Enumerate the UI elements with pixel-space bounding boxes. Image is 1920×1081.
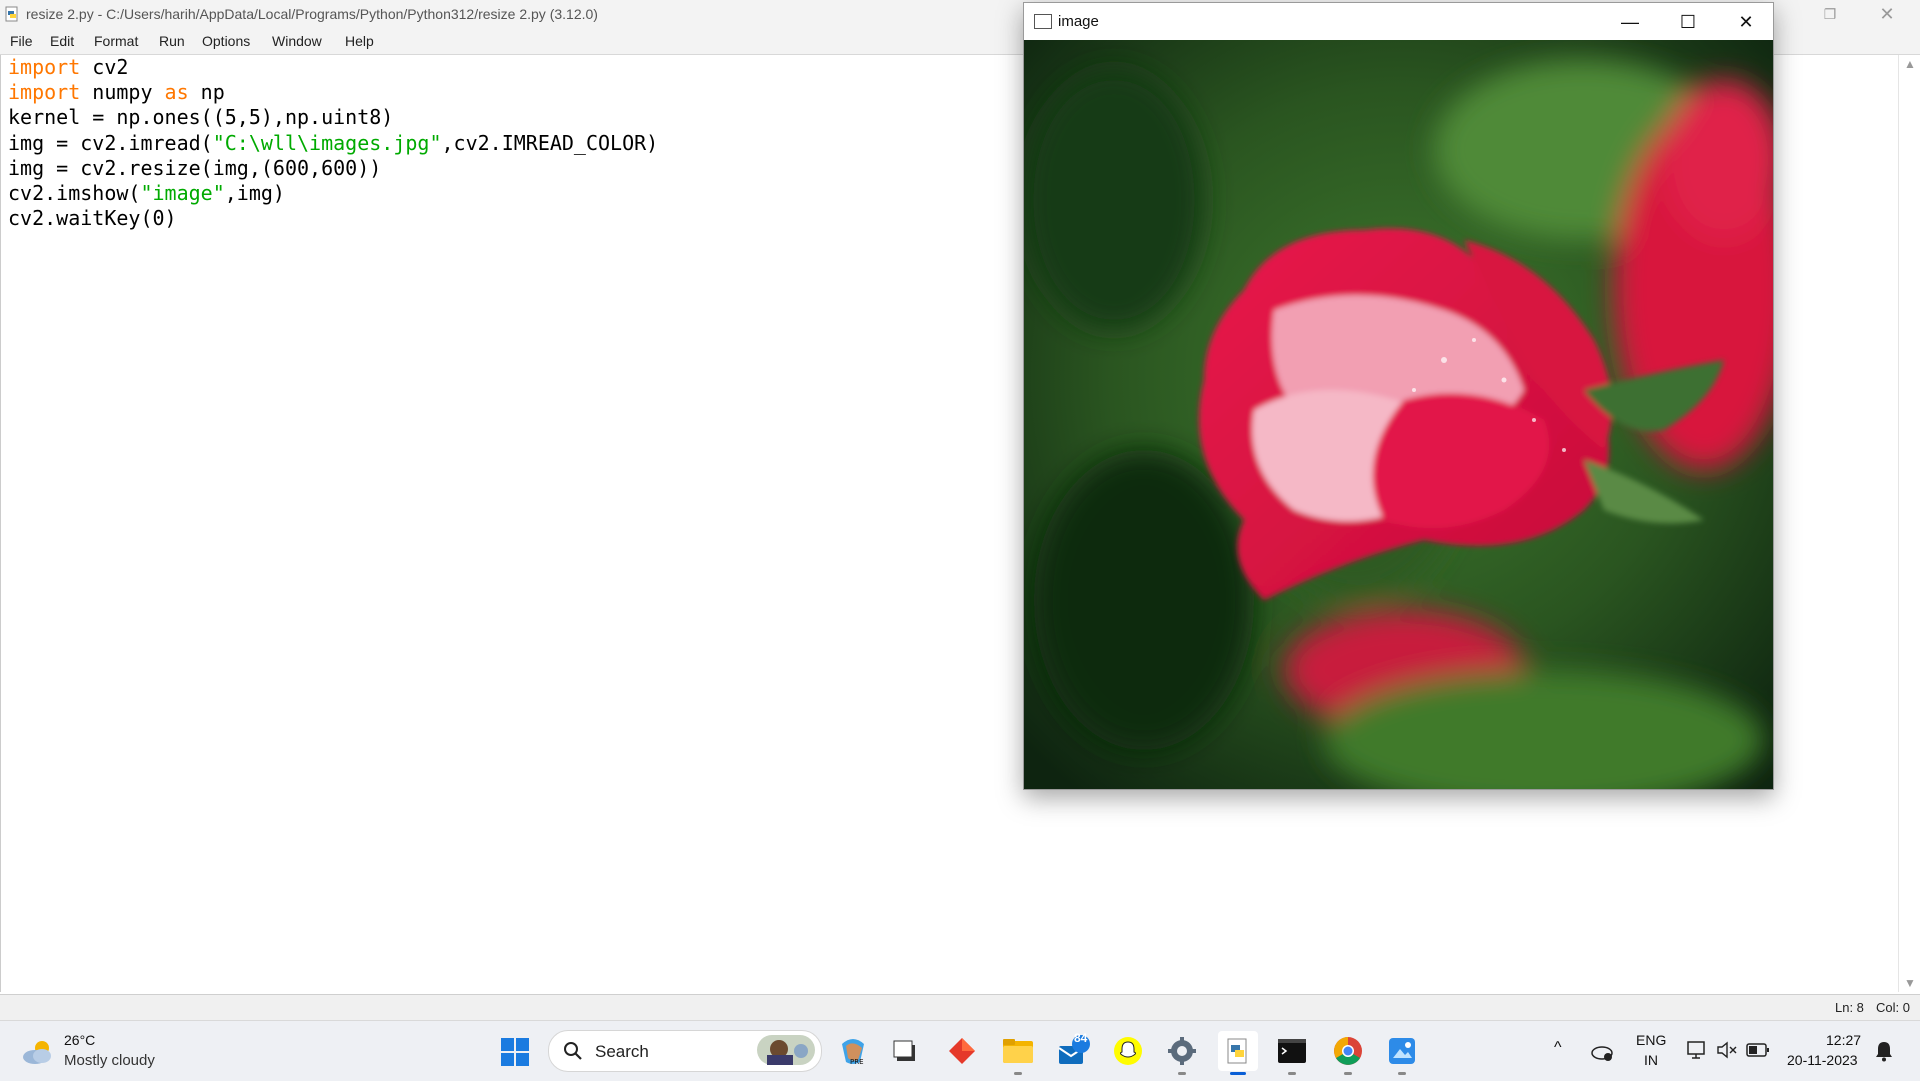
search-highlight-icon — [757, 1035, 815, 1065]
file-explorer-icon[interactable] — [998, 1031, 1038, 1075]
copilot-icon[interactable]: PRE — [833, 1031, 873, 1071]
terminal-icon[interactable] — [1272, 1031, 1312, 1075]
code-token: cv2.imshow( — [8, 181, 141, 205]
line-number: Ln: 8 — [1835, 1000, 1864, 1015]
notifications-bell-icon[interactable] — [1874, 1040, 1894, 1062]
mail-badge: 84 — [1074, 1031, 1088, 1045]
running-indicator — [1014, 1072, 1022, 1075]
weather-cloudy-icon[interactable] — [20, 1038, 56, 1066]
snapchat-icon[interactable] — [1108, 1031, 1148, 1071]
scroll-down-icon[interactable]: ▼ — [1904, 976, 1916, 990]
taskbar: 26°C Mostly cloudy Search PRE 84 ^ ENG I… — [0, 1020, 1920, 1081]
network-icon[interactable] — [1686, 1040, 1708, 1060]
maximize-icon[interactable]: ☐ — [1665, 7, 1711, 37]
running-indicator — [1344, 1072, 1352, 1075]
minimize-icon[interactable]: — — [1607, 7, 1653, 37]
string-token: "C:\wll\images.jpg" — [212, 130, 442, 155]
code-line[interactable]: cv2.waitKey(0) — [8, 206, 177, 231]
battery-icon[interactable] — [1746, 1042, 1770, 1058]
keyword-token: import — [8, 80, 81, 105]
clock-date[interactable]: 20-11-2023 — [1787, 1052, 1858, 1068]
taskbar-search-box[interactable]: Search — [548, 1030, 822, 1072]
active-indicator — [1230, 1072, 1246, 1075]
python-idle-icon[interactable] — [1218, 1031, 1258, 1075]
code-token: np — [188, 80, 225, 105]
windows-start-icon[interactable] — [500, 1037, 530, 1067]
code-token: numpy — [80, 80, 165, 105]
running-indicator — [1398, 1072, 1406, 1075]
keyword-token: import — [8, 55, 81, 79]
code-line[interactable]: img = cv2.imread("C:\wll\images.jpg",cv2… — [8, 131, 658, 156]
taskview-icon[interactable] — [885, 1031, 925, 1071]
python-file-icon — [5, 6, 18, 22]
code-token: img = cv2.resize(img,(600,600)) — [8, 155, 382, 180]
language-region[interactable]: IN — [1644, 1052, 1658, 1068]
menu-edit[interactable]: Edit — [50, 33, 74, 49]
column-number: Col: 0 — [1876, 1000, 1910, 1015]
code-line[interactable]: import cv2 — [8, 55, 128, 80]
volume-muted-icon[interactable] — [1716, 1040, 1738, 1060]
code-token: ,img) — [224, 181, 285, 205]
red-rose-photo — [1024, 40, 1773, 789]
onedrive-icon[interactable] — [1590, 1039, 1614, 1063]
weather-condition[interactable]: Mostly cloudy — [64, 1052, 155, 1069]
code-token: img = cv2.imread( — [8, 130, 213, 155]
menu-options[interactable]: Options — [202, 33, 250, 49]
code-token: ,cv2.IMREAD_COLOR) — [441, 130, 659, 155]
search-label: Search — [595, 1042, 649, 1061]
menu-window[interactable]: Window — [272, 33, 322, 49]
vertical-scrollbar[interactable]: ▲ ▼ — [1898, 55, 1920, 992]
running-indicator — [1178, 1072, 1186, 1075]
chevron-up-icon[interactable]: ^ — [1554, 1039, 1562, 1057]
close-button[interactable]: ✕ — [1872, 2, 1902, 26]
code-line[interactable]: kernel = np.ones((5,5),np.uint8) — [8, 105, 393, 130]
settings-gear-icon[interactable] — [1162, 1031, 1202, 1075]
menu-format[interactable]: Format — [94, 33, 138, 49]
image-window[interactable]: image — ☐ ✕ — [1023, 2, 1774, 790]
scroll-up-icon[interactable]: ▲ — [1904, 57, 1916, 71]
image-window-titlebar[interactable]: image — ☐ ✕ — [1024, 3, 1773, 40]
window-title: resize 2.py - C:/Users/harih/AppData/Loc… — [26, 6, 598, 22]
keyword-token: as — [164, 80, 189, 105]
clock-time[interactable]: 12:27 — [1826, 1032, 1861, 1048]
code-token: cv2 — [80, 55, 129, 79]
search-icon — [564, 1042, 582, 1060]
string-token: "image" — [140, 181, 225, 205]
restore-button[interactable]: ❐ — [1818, 2, 1842, 26]
image-window-title: image — [1058, 13, 1099, 30]
code-token: cv2.waitKey(0) — [8, 206, 177, 231]
svg-text:PRE: PRE — [850, 1058, 864, 1066]
window-app-icon — [1034, 14, 1052, 29]
code-line[interactable]: import numpy as np — [8, 80, 225, 105]
code-token: kernel = np.ones((5,5),np.uint8) — [8, 105, 394, 130]
chrome-icon[interactable] — [1328, 1031, 1368, 1075]
photos-icon[interactable] — [1382, 1031, 1422, 1075]
code-line[interactable]: img = cv2.resize(img,(600,600)) — [8, 156, 381, 181]
running-indicator — [1288, 1072, 1296, 1075]
menu-help[interactable]: Help — [345, 33, 374, 49]
weather-temperature[interactable]: 26°C — [64, 1032, 95, 1048]
menu-run[interactable]: Run — [159, 33, 185, 49]
code-line[interactable]: cv2.imshow("image",img) — [8, 181, 285, 206]
close-icon[interactable]: ✕ — [1723, 7, 1769, 37]
language-indicator[interactable]: ENG — [1636, 1032, 1666, 1048]
app-red-icon[interactable] — [942, 1031, 982, 1071]
mail-icon[interactable]: 84 — [1054, 1031, 1094, 1071]
status-bar: Ln: 8 Col: 0 — [0, 994, 1920, 1020]
menu-file[interactable]: File — [10, 33, 33, 49]
